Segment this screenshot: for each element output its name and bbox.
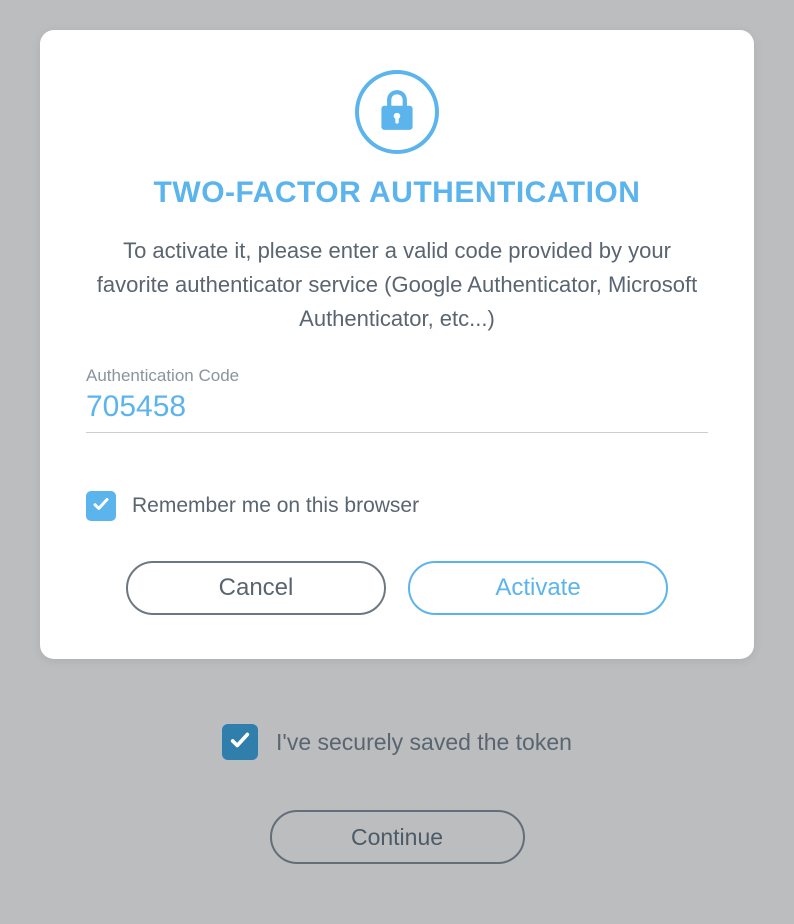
modal-button-row: Cancel Activate <box>86 561 708 615</box>
auth-code-label: Authentication Code <box>86 366 708 386</box>
check-icon <box>92 495 110 518</box>
saved-token-row: I've securely saved the token <box>222 724 572 760</box>
continue-button[interactable]: Continue <box>270 810 525 864</box>
cancel-button[interactable]: Cancel <box>126 561 386 615</box>
lock-icon-circle <box>355 70 439 154</box>
remember-label: Remember me on this browser <box>132 494 419 518</box>
saved-token-checkbox[interactable] <box>222 724 258 760</box>
modal-description: To activate it, please enter a valid cod… <box>86 234 708 336</box>
remember-checkbox[interactable] <box>86 491 116 521</box>
remember-row: Remember me on this browser <box>86 491 708 521</box>
check-icon <box>229 729 251 756</box>
activate-button[interactable]: Activate <box>408 561 668 615</box>
modal-header: TWO-FACTOR AUTHENTICATION <box>86 62 708 210</box>
lock-icon <box>380 90 414 135</box>
auth-code-input[interactable] <box>86 386 708 433</box>
saved-token-label: I've securely saved the token <box>276 729 572 756</box>
auth-code-field-group: Authentication Code <box>86 366 708 433</box>
background-content: I've securely saved the token Continue <box>117 724 677 864</box>
two-factor-modal: TWO-FACTOR AUTHENTICATION To activate it… <box>40 30 754 659</box>
modal-title: TWO-FACTOR AUTHENTICATION <box>154 176 641 210</box>
